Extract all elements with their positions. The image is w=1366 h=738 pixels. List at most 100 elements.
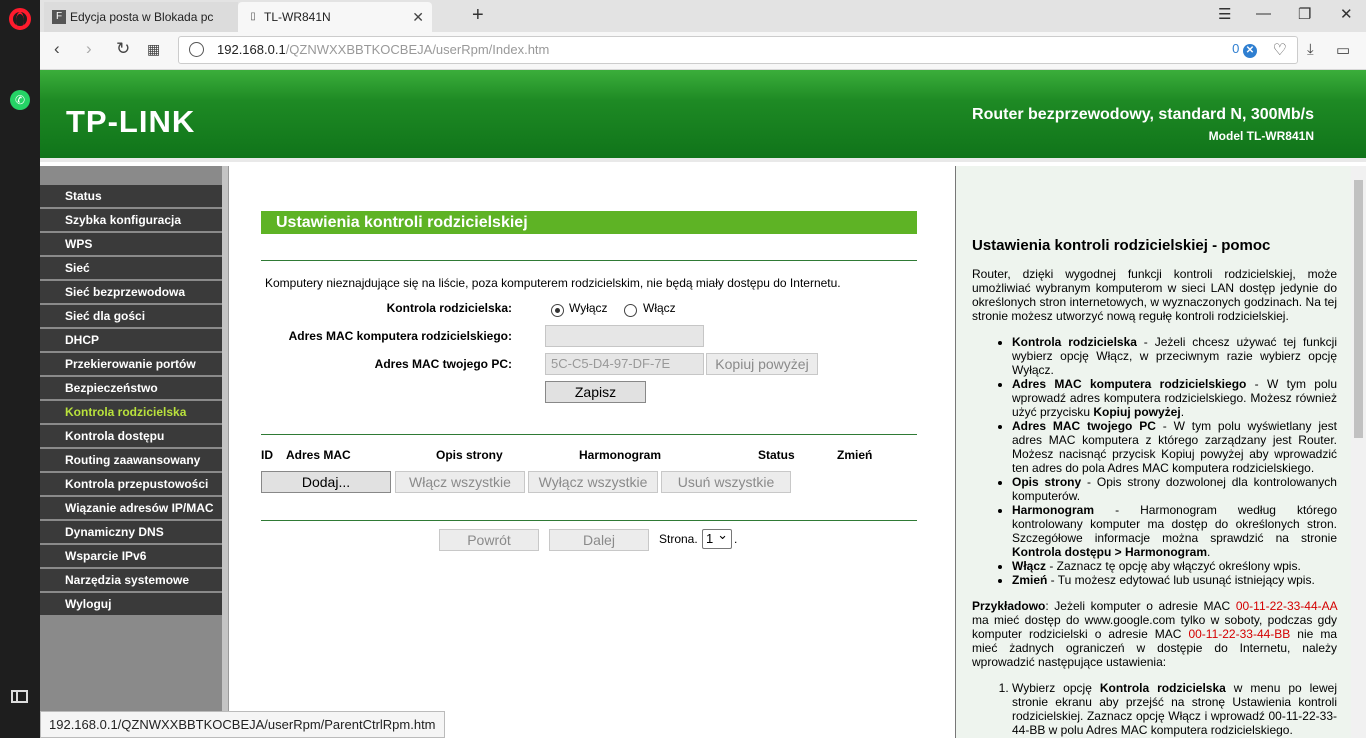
battery-icon[interactable]: ▭ (1336, 41, 1350, 59)
col-id: ID (261, 448, 273, 462)
address-bar: ‹ › ↻ ▦ 192.168.0.1/QZNWXXBBTKOCBEJA/use… (40, 32, 1366, 70)
tab-title: Edycja posta w Blokada pc (70, 10, 214, 24)
tab-menu-icon[interactable]: ☰ (1218, 5, 1231, 23)
main-content: Ustawienia kontroli rodzicielskiej Kompu… (228, 166, 955, 738)
help-scrollbar[interactable] (1351, 166, 1366, 738)
help-item: Opis strony - Opis strony dozwolonej dla… (1012, 475, 1337, 503)
page-label: Strona. (659, 532, 698, 546)
tab-router[interactable]: ▯ TL-WR841N ✕ (238, 2, 432, 32)
tab-blog[interactable]: F Edycja posta w Blokada pc (44, 2, 238, 32)
page-favicon-icon: ▯ (250, 11, 256, 22)
url-path: /QZNWXXBBTKOCBEJA/userRpm/Index.htm (285, 42, 550, 57)
col-description: Opis strony (436, 448, 503, 462)
speed-dial-icon[interactable]: ▦ (147, 41, 160, 58)
maximize-icon[interactable]: ❐ (1298, 5, 1311, 23)
minimize-icon[interactable]: — (1256, 5, 1271, 22)
enable-all-button[interactable]: Włącz wszystkie (395, 471, 525, 493)
help-item: Adres MAC twojego PC - W tym polu wyświe… (1012, 419, 1337, 475)
radio-enable-label: Włącz (643, 301, 676, 315)
forward-icon[interactable]: › (86, 39, 92, 59)
sidebar-item-5[interactable]: Sieć dla gości (40, 305, 222, 327)
tab-title: TL-WR841N (264, 10, 331, 24)
delete-all-button[interactable]: Usuń wszystkie (661, 471, 791, 493)
help-steps: Wybierz opcję Kontrola rodzicielska w me… (1012, 681, 1337, 737)
help-item: Harmonogram - Harmonogram według którego… (1012, 503, 1337, 559)
add-button[interactable]: Dodaj... (261, 471, 391, 493)
url-host: 192.168.0.1 (217, 42, 286, 57)
help-example: Przykładowo: Jeżeli komputer o adresie M… (972, 599, 1337, 669)
help-intro: Router, dzięki wygodnej funkcji kontroli… (972, 267, 1337, 323)
sidebar-item-17[interactable]: Wyloguj (40, 593, 222, 615)
sidebar-item-16[interactable]: Narzędzia systemowe (40, 569, 222, 591)
divider (261, 260, 917, 261)
sidebar-item-7[interactable]: Przekierowanie portów (40, 353, 222, 375)
sidebar-item-11[interactable]: Routing zaawansowany (40, 449, 222, 471)
bookmark-heart-icon[interactable]: ♡ (1273, 40, 1287, 60)
close-window-icon[interactable]: ✕ (1340, 5, 1353, 23)
header-title: Router bezprzewodowy, standard N, 300Mb/… (972, 106, 1314, 123)
disable-all-button[interactable]: Wyłącz wszystkie (528, 471, 658, 493)
your-mac-label: Adres MAC twojego PC: (374, 357, 512, 371)
tab-favicon-icon: F (52, 10, 66, 24)
sidebar-item-8[interactable]: Bezpieczeństwo (40, 377, 222, 399)
adblock-shield-icon: ✕ (1243, 44, 1257, 58)
col-status: Status (758, 448, 795, 462)
whatsapp-icon[interactable]: ✆ (10, 90, 30, 110)
help-list: Kontrola rodzicielska - Jeżeli chcesz uż… (1012, 335, 1337, 587)
radio-enable[interactable] (624, 304, 637, 317)
sidebar-item-15[interactable]: Wsparcie IPv6 (40, 545, 222, 567)
router-header: TP-LINK Router bezprzewodowy, standard N… (40, 70, 1366, 162)
sidebar-item-12[interactable]: Kontrola przepustowości (40, 473, 222, 495)
opera-logo-icon[interactable] (9, 8, 31, 30)
col-mac: Adres MAC (286, 448, 351, 462)
page-dot: . (734, 532, 738, 546)
save-button[interactable]: Zapisz (545, 381, 646, 403)
prev-button[interactable]: Powrót (439, 529, 539, 551)
sidebar-toggle-icon[interactable] (11, 690, 28, 703)
sidebar-item-2[interactable]: WPS (40, 233, 222, 255)
help-title: Ustawienia kontroli rodzicielskiej - pom… (972, 237, 1271, 254)
copy-above-button[interactable]: Kopiuj powyżej (706, 353, 818, 375)
sidebar-item-4[interactable]: Sieć bezprzewodowa (40, 281, 222, 303)
your-mac-input[interactable]: 5C-C5-D4-97-DF-7E (545, 353, 704, 375)
sidebar-item-9[interactable]: Kontrola rodzicielska (40, 401, 222, 423)
parent-mac-input[interactable] (545, 325, 704, 347)
next-button[interactable]: Dalej (549, 529, 649, 551)
url-input[interactable]: 192.168.0.1/QZNWXXBBTKOCBEJA/userRpm/Ind… (178, 36, 1298, 64)
download-icon[interactable]: ⤓ (1307, 41, 1314, 58)
globe-icon (189, 42, 204, 57)
tp-link-logo: TP-LINK (66, 104, 196, 139)
sidebar-item-6[interactable]: DHCP (40, 329, 222, 351)
parental-control-label: Kontrola rodzicielska: (386, 301, 512, 315)
divider (261, 520, 917, 521)
radio-disable[interactable] (551, 304, 564, 317)
help-step: Wybierz opcję Kontrola rodzicielska w me… (1012, 681, 1337, 737)
sidebar-item-13[interactable]: Wiązanie adresów IP/MAC (40, 497, 222, 519)
status-url: 192.168.0.1/QZNWXXBBTKOCBEJA/userRpm/Par… (40, 711, 445, 738)
scrollbar-thumb[interactable] (1354, 180, 1363, 438)
reload-icon[interactable]: ↻ (116, 39, 130, 59)
tab-bar: F Edycja posta w Blokada pc ▯ TL-WR841N … (40, 0, 1366, 32)
sidebar-item-14[interactable]: Dynamiczny DNS (40, 521, 222, 543)
radio-disable-label: Wyłącz (569, 301, 608, 315)
sidebar-item-1[interactable]: Szybka konfiguracja (40, 209, 222, 231)
adblock-badge[interactable]: 0 ✕ (1232, 41, 1257, 58)
help-item: Kontrola rodzicielska - Jeżeli chcesz uż… (1012, 335, 1337, 377)
sidebar-item-0[interactable]: Status (40, 185, 222, 207)
help-panel: Ustawienia kontroli rodzicielskiej - pom… (955, 166, 1351, 738)
help-item: Adres MAC komputera rodzicielskiego - W … (1012, 377, 1337, 419)
new-tab-icon[interactable]: + (472, 4, 484, 27)
page-select[interactable]: 1 (702, 526, 732, 549)
tab-close-icon[interactable]: ✕ (412, 2, 424, 32)
col-schedule: Harmonogram (579, 448, 662, 462)
sidebar-item-10[interactable]: Kontrola dostępu (40, 425, 222, 447)
col-edit: Zmień (837, 448, 873, 462)
side-menu: Status Szybka konfiguracja WPS Sieć Sieć bez… (40, 166, 228, 738)
sidebar-item-3[interactable]: Sieć (40, 257, 222, 279)
parent-mac-label: Adres MAC komputera rodzicielskiego: (288, 329, 512, 343)
help-item: Włącz - Zaznacz tę opcję aby włączyć okr… (1012, 559, 1337, 573)
page-title: Ustawienia kontroli rodzicielskiej (261, 211, 917, 234)
info-note: Komputery nieznajdujące się na liście, p… (265, 276, 841, 290)
back-icon[interactable]: ‹ (54, 39, 60, 59)
help-item: Zmień - Tu możesz edytować lub usunąć is… (1012, 573, 1337, 587)
